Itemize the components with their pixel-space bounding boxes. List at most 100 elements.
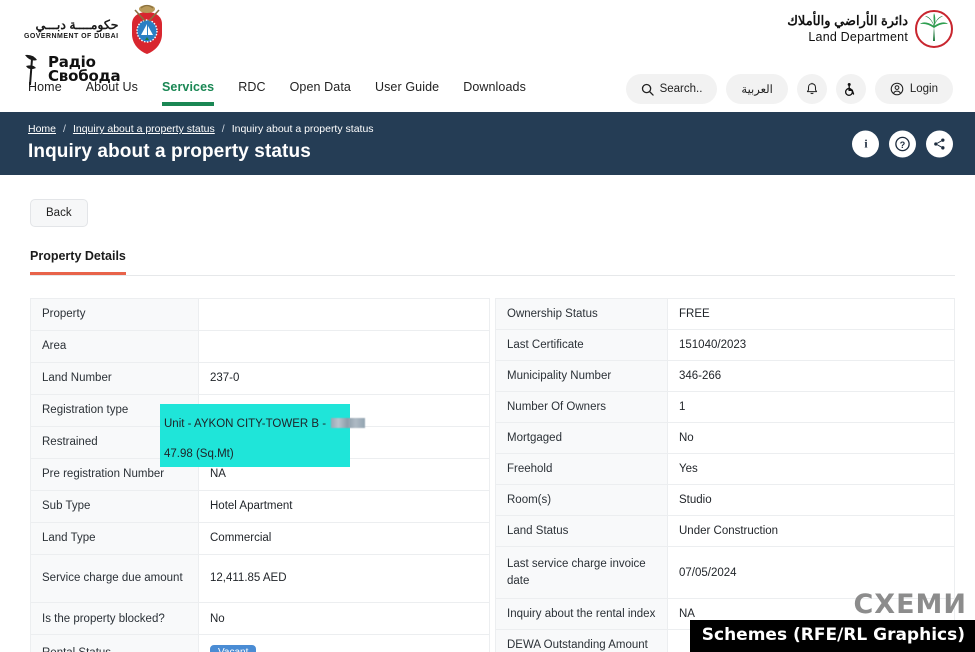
search-icon (641, 83, 654, 96)
table-row: Area (30, 329, 490, 363)
row-value: 151040/2023 (667, 329, 955, 361)
nav-item-downloads[interactable]: Downloads (463, 80, 526, 106)
row-value: 237-0 (198, 361, 490, 395)
login-button[interactable]: Login (874, 74, 953, 104)
search-button-label: Search.. (659, 83, 703, 95)
row-value: Vacant (198, 634, 490, 652)
page-title: Inquiry about a property status (28, 141, 311, 162)
row-label: DEWA Outstanding Amount (495, 629, 668, 652)
land-department-logo: دائرة الأراضي والأملاك Land Department (787, 10, 953, 48)
nav-item-rdc[interactable]: RDC (238, 80, 265, 106)
svg-text:i: i (864, 139, 868, 151)
table-row: Sub Type Hotel Apartment (30, 489, 490, 523)
row-value: Under Construction (667, 515, 955, 547)
row-label: Room(s) (495, 484, 668, 516)
banner-action-icons: i ? (852, 130, 953, 157)
watermark-cyrillic: СХЕМИ (853, 589, 967, 620)
page-banner: Home / Inquiry about a property status /… (0, 112, 975, 175)
language-arabic-button[interactable]: العربية (726, 74, 788, 104)
rferl-radio-svoboda-logo: Радіо Свобода (24, 53, 121, 86)
row-label: Area (30, 329, 199, 363)
tab-property-details[interactable]: Property Details (30, 249, 126, 275)
page-content: Back Property Details Property Area Land… (0, 175, 975, 652)
row-label: Inquiry about the rental index (495, 598, 668, 631)
back-button[interactable]: Back (30, 199, 88, 227)
watermark-credit: Schemes (RFE/RL Graphics) (689, 620, 975, 652)
table-row: Land Number 237-0 (30, 361, 490, 395)
row-value: Hotel Apartment (198, 489, 490, 523)
gov-logo-arabic: حكومــــة دبـــي (35, 18, 119, 33)
rferl-line-2: Свобода (48, 66, 121, 85)
header-actions: Search.. العربية Login (625, 74, 953, 104)
table-row: Municipality Number 346-266 (495, 360, 955, 392)
login-button-label: Login (909, 83, 938, 95)
row-label: Registration type (30, 393, 199, 427)
row-label: Mortgaged (495, 422, 668, 454)
info-icon[interactable]: i (852, 130, 879, 157)
table-row: Rental Status Vacant (30, 634, 490, 652)
row-value: Studio (667, 484, 955, 516)
row-label: Rental Status (30, 634, 199, 652)
table-row: Pre registration Number NA (30, 457, 490, 491)
row-label: Number Of Owners (495, 391, 668, 423)
row-value: No (198, 602, 490, 636)
nav-item-open-data[interactable]: Open Data (290, 80, 351, 106)
row-label: Is the property blocked? (30, 602, 199, 636)
site-header: حكومــــة دبـــي GOVERNMENT OF DUBAI Рад… (0, 0, 975, 112)
row-label: Land Status (495, 515, 668, 547)
table-row: Land Type Commercial (30, 521, 490, 555)
table-row: Restrained No (30, 425, 490, 459)
row-label: Last service charge invoice date (495, 545, 668, 600)
table-row: Is the property blocked? No (30, 602, 490, 636)
palm-tree-icon (915, 10, 953, 48)
row-value (198, 329, 490, 363)
gov-logo-english: GOVERNMENT OF DUBAI (24, 33, 119, 41)
row-value: NA (198, 457, 490, 491)
table-row: Number Of Owners 1 (495, 391, 955, 423)
dubai-emblem-icon (125, 4, 169, 56)
row-label: Restrained (30, 425, 199, 459)
help-icon[interactable]: ? (889, 130, 916, 157)
table-row: Freehold Yes (495, 453, 955, 485)
ld-logo-english: Land Department (808, 29, 908, 44)
breadcrumb-item-inquiry[interactable]: Inquiry about a property status (73, 123, 215, 135)
bell-icon (805, 82, 819, 96)
row-value: 12,411.85 AED (198, 553, 490, 604)
row-label: Pre registration Number (30, 457, 199, 491)
notifications-button[interactable] (796, 74, 827, 104)
row-label: Last Certificate (495, 329, 668, 361)
table-row: Room(s) Studio (495, 484, 955, 516)
table-row: Registration type Completed (30, 393, 490, 427)
row-value: 1 (667, 391, 955, 423)
row-value: FREE (667, 298, 955, 330)
breadcrumb-item-home[interactable]: Home (28, 123, 56, 135)
government-of-dubai-logo: حكومــــة دبـــي GOVERNMENT OF DUBAI (24, 4, 169, 56)
table-row: Mortgaged No (495, 422, 955, 454)
svg-text:?: ? (900, 139, 905, 149)
row-value: Completed (198, 393, 490, 427)
status-badge: Vacant (210, 644, 257, 652)
table-row: Land Status Under Construction (495, 515, 955, 547)
nav-item-user-guide[interactable]: User Guide (375, 80, 439, 106)
breadcrumb-separator-2: / (221, 123, 225, 135)
row-value: 346-266 (667, 360, 955, 392)
share-icon[interactable] (926, 130, 953, 157)
breadcrumb: Home / Inquiry about a property status /… (28, 123, 975, 135)
ld-logo-arabic: دائرة الأراضي والأملاك (787, 13, 908, 29)
row-label: Land Number (30, 361, 199, 395)
accessibility-icon (843, 82, 858, 97)
table-row: Service charge due amount 12,411.85 AED (30, 553, 490, 604)
row-label: Land Type (30, 521, 199, 555)
property-details-table-left: Property Area Land Number 237-0 Registra… (30, 298, 490, 652)
row-label: Ownership Status (495, 298, 668, 330)
breadcrumb-separator-1: / (63, 123, 66, 135)
table-row: Property (30, 298, 490, 331)
nav-item-services[interactable]: Services (161, 80, 215, 106)
row-value (198, 298, 490, 331)
watermark: СХЕМИ Schemes (RFE/RL Graphics) (689, 589, 975, 652)
breadcrumb-item-current: Inquiry about a property status (231, 123, 374, 135)
row-label: Service charge due amount (30, 553, 199, 604)
accessibility-button[interactable] (835, 74, 866, 104)
search-button[interactable]: Search.. (625, 74, 718, 104)
table-row: Last Certificate 151040/2023 (495, 329, 955, 361)
